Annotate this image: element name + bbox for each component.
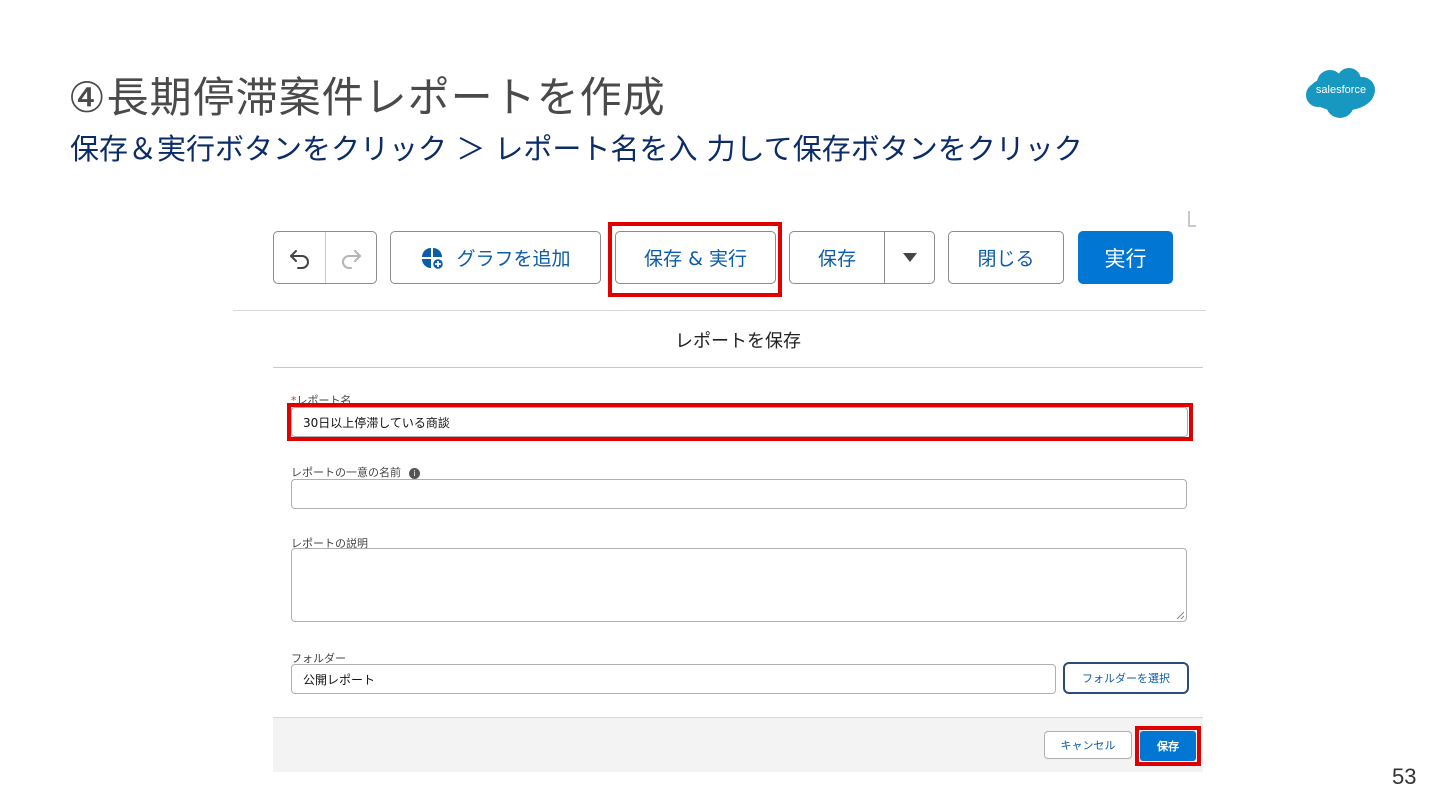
select-folder-button[interactable]: フォルダーを選択 <box>1063 662 1189 694</box>
description-textarea[interactable] <box>291 548 1187 622</box>
toolbar-divider <box>233 310 1206 311</box>
info-icon[interactable]: i <box>409 467 420 479</box>
unique-name-input[interactable] <box>291 479 1187 509</box>
caret-down-icon <box>903 253 917 262</box>
undo-redo-group <box>273 231 377 284</box>
cancel-button[interactable]: キャンセル <box>1044 731 1132 759</box>
add-chart-label: グラフを追加 <box>456 248 571 270</box>
page-number: 53 <box>1392 764 1417 789</box>
close-button[interactable]: 閉じる <box>948 231 1064 284</box>
report-name-label: *レポート名 <box>291 394 352 407</box>
logo-text: salesforce <box>1315 84 1367 96</box>
save-button-group: 保存 <box>789 231 935 284</box>
run-button[interactable]: 実行 <box>1078 231 1173 284</box>
panel-edge <box>1188 211 1196 227</box>
save-button[interactable]: 保存 <box>1140 731 1196 761</box>
slide-title: ④長期停滞案件レポートを作成 <box>68 73 666 122</box>
add-chart-button[interactable]: グラフを追加 <box>390 231 601 284</box>
resize-grip-icon[interactable] <box>1176 611 1184 619</box>
folder-input[interactable]: 公開レポート <box>291 664 1056 694</box>
chart-add-icon <box>422 247 445 270</box>
report-name-input[interactable]: 30日以上停滞している商談 <box>291 407 1188 437</box>
save-menu-button[interactable] <box>885 232 935 283</box>
undo-icon[interactable] <box>288 246 312 270</box>
unique-name-label: レポートの一意の名前 i <box>291 464 420 480</box>
redo-icon[interactable] <box>339 246 363 270</box>
toolbar-save-button[interactable]: 保存 <box>790 232 884 283</box>
modal-title: レポートを保存 <box>273 312 1203 368</box>
slide-subtitle: 保存＆実行ボタンをクリック ＞ レポート名を入 力して保存ボタンをクリック <box>70 132 1083 166</box>
save-and-run-button[interactable]: 保存 & 実行 <box>615 231 776 284</box>
salesforce-logo: salesforce <box>1302 66 1380 120</box>
